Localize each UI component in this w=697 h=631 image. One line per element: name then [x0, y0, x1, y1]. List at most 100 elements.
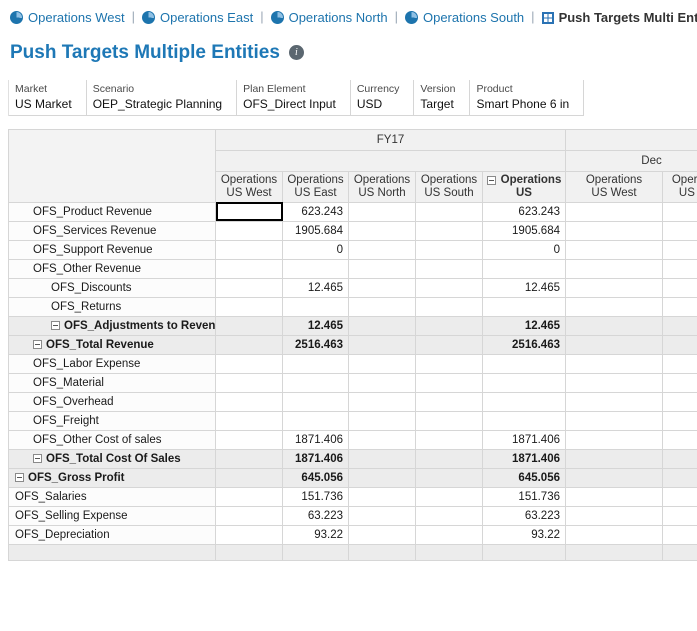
- pov-currency[interactable]: Currency USD: [350, 79, 415, 116]
- data-cell[interactable]: 93.22: [282, 524, 349, 545]
- data-cell[interactable]: [662, 239, 697, 260]
- data-cell[interactable]: [215, 239, 283, 260]
- data-cell[interactable]: [565, 486, 663, 507]
- data-cell[interactable]: [415, 524, 483, 545]
- info-icon[interactable]: i: [288, 45, 304, 61]
- data-cell[interactable]: 12.465: [282, 315, 349, 336]
- data-cell[interactable]: [415, 334, 483, 355]
- data-cell[interactable]: [282, 410, 349, 431]
- data-cell[interactable]: [565, 277, 663, 298]
- data-cell[interactable]: 0: [282, 239, 349, 260]
- data-cell[interactable]: [415, 448, 483, 469]
- nav-tab-push-targets-multi-entity[interactable]: Push Targets Multi Entity: [541, 10, 697, 26]
- data-cell[interactable]: [662, 296, 697, 317]
- data-cell[interactable]: [662, 315, 697, 336]
- data-cell[interactable]: [282, 372, 349, 393]
- collapse-icon[interactable]: [15, 472, 24, 482]
- data-cell[interactable]: [565, 524, 663, 545]
- data-cell[interactable]: [415, 201, 483, 222]
- row-header-ofs-other-cost-of-sales[interactable]: OFS_Other Cost of sales: [8, 429, 216, 450]
- data-cell[interactable]: [215, 201, 283, 222]
- data-cell[interactable]: [662, 391, 697, 412]
- data-cell[interactable]: [415, 372, 483, 393]
- data-cell[interactable]: [282, 296, 349, 317]
- data-cell[interactable]: 63.223: [282, 505, 349, 526]
- data-cell[interactable]: [282, 543, 349, 561]
- data-cell[interactable]: [415, 486, 483, 507]
- row-header-ofs-freight[interactable]: OFS_Freight: [8, 410, 216, 431]
- data-cell[interactable]: [215, 486, 283, 507]
- data-cell[interactable]: [348, 220, 416, 241]
- row-header-ofs-total-cost-of-sales[interactable]: OFS_Total Cost Of Sales: [8, 448, 216, 469]
- data-cell[interactable]: [348, 543, 416, 561]
- data-cell[interactable]: [215, 315, 283, 336]
- data-cell[interactable]: 93.22: [482, 524, 566, 545]
- row-header-ofs-salaries[interactable]: OFS_Salaries: [8, 486, 216, 507]
- data-cell[interactable]: [348, 524, 416, 545]
- data-cell[interactable]: [215, 334, 283, 355]
- row-header-ofs-support-revenue[interactable]: OFS_Support Revenue: [8, 239, 216, 260]
- row-header-ofs-total-revenue[interactable]: OFS_Total Revenue: [8, 334, 216, 355]
- data-cell[interactable]: [565, 296, 663, 317]
- data-cell[interactable]: [415, 391, 483, 412]
- data-cell[interactable]: [482, 353, 566, 374]
- data-cell[interactable]: [565, 505, 663, 526]
- data-cell[interactable]: [662, 410, 697, 431]
- data-cell[interactable]: [215, 353, 283, 374]
- row-header-ofs-overhead[interactable]: OFS_Overhead: [8, 391, 216, 412]
- data-cell[interactable]: 1905.684: [482, 220, 566, 241]
- data-cell[interactable]: [662, 448, 697, 469]
- row-header-ofs-adjustments-to-revenue[interactable]: OFS_Adjustments to Revenue: [8, 315, 216, 336]
- nav-tab-operations-south[interactable]: Operations South: [404, 10, 524, 26]
- data-cell[interactable]: [215, 391, 283, 412]
- data-cell[interactable]: [565, 372, 663, 393]
- data-cell[interactable]: 0: [482, 239, 566, 260]
- row-header-ofs-other-revenue[interactable]: OFS_Other Revenue: [8, 258, 216, 279]
- col-header-4-operations-us[interactable]: Operations US: [482, 170, 566, 203]
- col-header-2-operations-us-north[interactable]: Operations US North: [348, 170, 416, 203]
- data-cell[interactable]: [662, 486, 697, 507]
- row-header-ofs-depreciation[interactable]: OFS_Depreciation: [8, 524, 216, 545]
- data-cell[interactable]: [348, 315, 416, 336]
- data-cell[interactable]: [215, 448, 283, 469]
- collapse-icon[interactable]: [486, 175, 496, 185]
- data-cell[interactable]: [662, 201, 697, 222]
- data-cell[interactable]: [565, 391, 663, 412]
- data-cell[interactable]: [348, 486, 416, 507]
- data-cell[interactable]: [565, 315, 663, 336]
- pov-product[interactable]: Product Smart Phone 6 in: [470, 79, 585, 116]
- collapse-icon[interactable]: [33, 339, 42, 349]
- data-cell[interactable]: 1871.406: [282, 448, 349, 469]
- data-cell[interactable]: [565, 543, 663, 561]
- row-header-ofs-selling-expense[interactable]: OFS_Selling Expense: [8, 505, 216, 526]
- data-cell[interactable]: 1871.406: [482, 448, 566, 469]
- data-cell[interactable]: [282, 391, 349, 412]
- row-header-ofs-returns[interactable]: OFS_Returns: [8, 296, 216, 317]
- data-cell[interactable]: [215, 277, 283, 298]
- data-cell[interactable]: [565, 220, 663, 241]
- data-cell[interactable]: 1871.406: [282, 429, 349, 450]
- row-header-ofs-discounts[interactable]: OFS_Discounts: [8, 277, 216, 298]
- data-cell[interactable]: 645.056: [482, 467, 566, 488]
- data-cell[interactable]: [348, 296, 416, 317]
- data-cell[interactable]: [348, 353, 416, 374]
- data-cell[interactable]: [348, 448, 416, 469]
- data-cell[interactable]: 2516.463: [282, 334, 349, 355]
- row-header-ofs-product-revenue[interactable]: OFS_Product Revenue: [8, 201, 216, 222]
- data-cell[interactable]: 12.465: [482, 277, 566, 298]
- data-cell[interactable]: [565, 467, 663, 488]
- pov-version[interactable]: Version Target: [414, 79, 471, 116]
- data-cell[interactable]: [415, 220, 483, 241]
- data-cell[interactable]: [415, 315, 483, 336]
- data-cell[interactable]: 12.465: [482, 315, 566, 336]
- nav-tab-operations-west[interactable]: Operations West: [10, 10, 125, 26]
- data-cell[interactable]: [482, 372, 566, 393]
- data-cell[interactable]: [482, 258, 566, 279]
- data-cell[interactable]: [565, 410, 663, 431]
- data-cell[interactable]: [348, 277, 416, 298]
- data-cell[interactable]: [348, 410, 416, 431]
- data-cell[interactable]: [415, 277, 483, 298]
- nav-tab-operations-north[interactable]: Operations North: [270, 10, 388, 26]
- data-cell[interactable]: [415, 505, 483, 526]
- data-cell[interactable]: [482, 410, 566, 431]
